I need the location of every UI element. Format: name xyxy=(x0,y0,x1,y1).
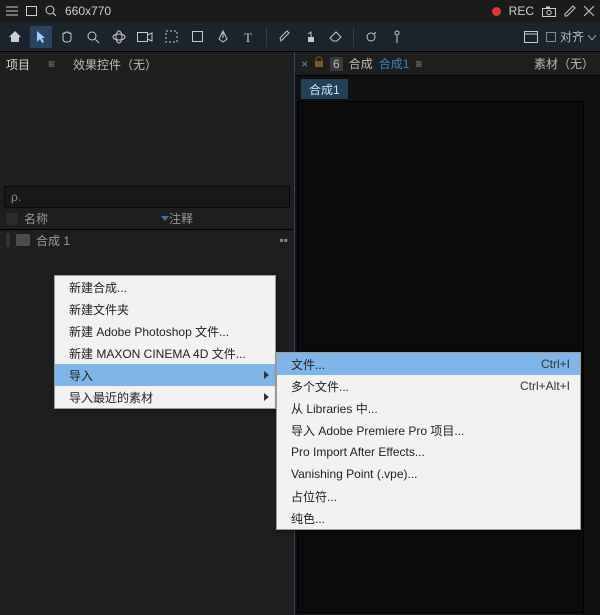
puppet-pin-icon[interactable] xyxy=(386,26,408,48)
toolbar: T 对齐 xyxy=(0,22,600,52)
svg-text:T: T xyxy=(244,31,252,43)
close-icon[interactable] xyxy=(584,6,594,16)
submenu-arrow-icon xyxy=(264,371,269,379)
menu-placeholder[interactable]: 占位符... xyxy=(277,485,580,507)
project-columns-header: 名称 注释 xyxy=(0,208,294,230)
composition-tab[interactable]: 合成1 xyxy=(301,79,348,99)
pencil-icon[interactable] xyxy=(564,5,576,17)
viewer-menu-icon[interactable]: ≡ xyxy=(415,57,422,71)
pen-tool-icon[interactable] xyxy=(212,26,234,48)
record-indicator-icon xyxy=(492,7,501,16)
home-icon[interactable] xyxy=(4,26,26,48)
chevron-down-icon[interactable] xyxy=(588,30,596,44)
menu-new-c4d-file[interactable]: 新建 MAXON CINEMA 4D 文件... xyxy=(55,342,275,364)
menu-new-photoshop-file[interactable]: 新建 Adobe Photoshop 文件... xyxy=(55,320,275,342)
record-label: REC xyxy=(509,4,534,18)
menu-pro-import[interactable]: Pro Import After Effects... xyxy=(277,441,580,463)
label-swatch-icon[interactable] xyxy=(6,213,18,225)
project-item-name: 合成 1 xyxy=(36,232,70,249)
search-icon[interactable] xyxy=(45,5,57,17)
camera-tool-icon[interactable] xyxy=(134,26,156,48)
search-text: 660x770 xyxy=(65,4,111,18)
menu-vanishing-point[interactable]: Vanishing Point (.vpe)... xyxy=(277,463,580,485)
expand-icon[interactable] xyxy=(520,26,542,48)
snap-toggle-icon[interactable] xyxy=(546,32,556,42)
panel-menu-icon[interactable]: ≡ xyxy=(48,57,55,71)
menu-import-premiere-project[interactable]: 导入 Adobe Premiere Pro 项目... xyxy=(277,419,580,441)
orbit-tool-icon[interactable] xyxy=(108,26,130,48)
col-notes[interactable]: 注释 xyxy=(169,210,288,227)
context-menu: 新建合成... 新建文件夹 新建 Adobe Photoshop 文件... 新… xyxy=(54,275,276,409)
type-tool-icon[interactable]: T xyxy=(238,26,260,48)
shortcut-label: Ctrl+Alt+I xyxy=(520,375,570,397)
submenu-arrow-icon xyxy=(264,393,269,401)
zoom-tool-icon[interactable] xyxy=(82,26,104,48)
effect-controls-tab[interactable]: 效果控件（无） xyxy=(73,56,157,73)
search-placeholder: ρ. xyxy=(11,190,21,204)
window-icon[interactable] xyxy=(26,6,37,16)
menu-import-multiple-files[interactable]: 多个文件...Ctrl+Alt+I xyxy=(277,375,580,397)
eraser-tool-icon[interactable] xyxy=(325,26,347,48)
col-name[interactable]: 名称 xyxy=(24,210,48,227)
viewer-number: 6 xyxy=(330,57,343,71)
camera-icon[interactable] xyxy=(542,6,556,17)
shape-tool-icon[interactable] xyxy=(186,26,208,48)
material-panel-label[interactable]: 素材（无） xyxy=(534,55,594,72)
viewer-comp-label: 合成 xyxy=(349,55,373,72)
project-tab[interactable]: 项目 xyxy=(6,56,30,73)
shortcut-label: Ctrl+I xyxy=(541,353,570,375)
menu-import-recent[interactable]: 导入最近的素材 xyxy=(55,386,275,408)
menu-new-folder[interactable]: 新建文件夹 xyxy=(55,298,275,320)
lock-icon[interactable] xyxy=(314,56,324,71)
viewer-linked-comp[interactable]: 合成1 xyxy=(379,55,410,72)
selection-tool-icon[interactable] xyxy=(30,26,52,48)
menu-solid[interactable]: 纯色... xyxy=(277,507,580,529)
marquee-tool-icon[interactable] xyxy=(160,26,182,48)
row-end-icon: ▪▪ xyxy=(279,233,288,247)
menu-import[interactable]: 导入 xyxy=(55,364,275,386)
project-item-row[interactable]: 合成 1 ▪▪ xyxy=(0,230,294,250)
brush-tool-icon[interactable] xyxy=(273,26,295,48)
menu-import-file[interactable]: 文件...Ctrl+I xyxy=(277,353,580,375)
hamburger-icon[interactable] xyxy=(6,6,18,16)
import-submenu: 文件...Ctrl+I 多个文件...Ctrl+Alt+I 从 Librarie… xyxy=(276,352,581,530)
project-search[interactable]: ρ. xyxy=(4,186,290,208)
hand-tool-icon[interactable] xyxy=(56,26,78,48)
viewer-close-icon[interactable]: × xyxy=(301,57,308,71)
sort-desc-icon[interactable] xyxy=(161,216,169,221)
clone-stamp-tool-icon[interactable] xyxy=(299,26,321,48)
align-label: 对齐 xyxy=(560,28,584,45)
label-color-icon xyxy=(6,233,10,247)
comp-item-icon xyxy=(16,234,30,246)
menu-import-from-libraries[interactable]: 从 Libraries 中... xyxy=(277,397,580,419)
roto-brush-icon[interactable] xyxy=(360,26,382,48)
menu-new-composition[interactable]: 新建合成... xyxy=(55,276,275,298)
